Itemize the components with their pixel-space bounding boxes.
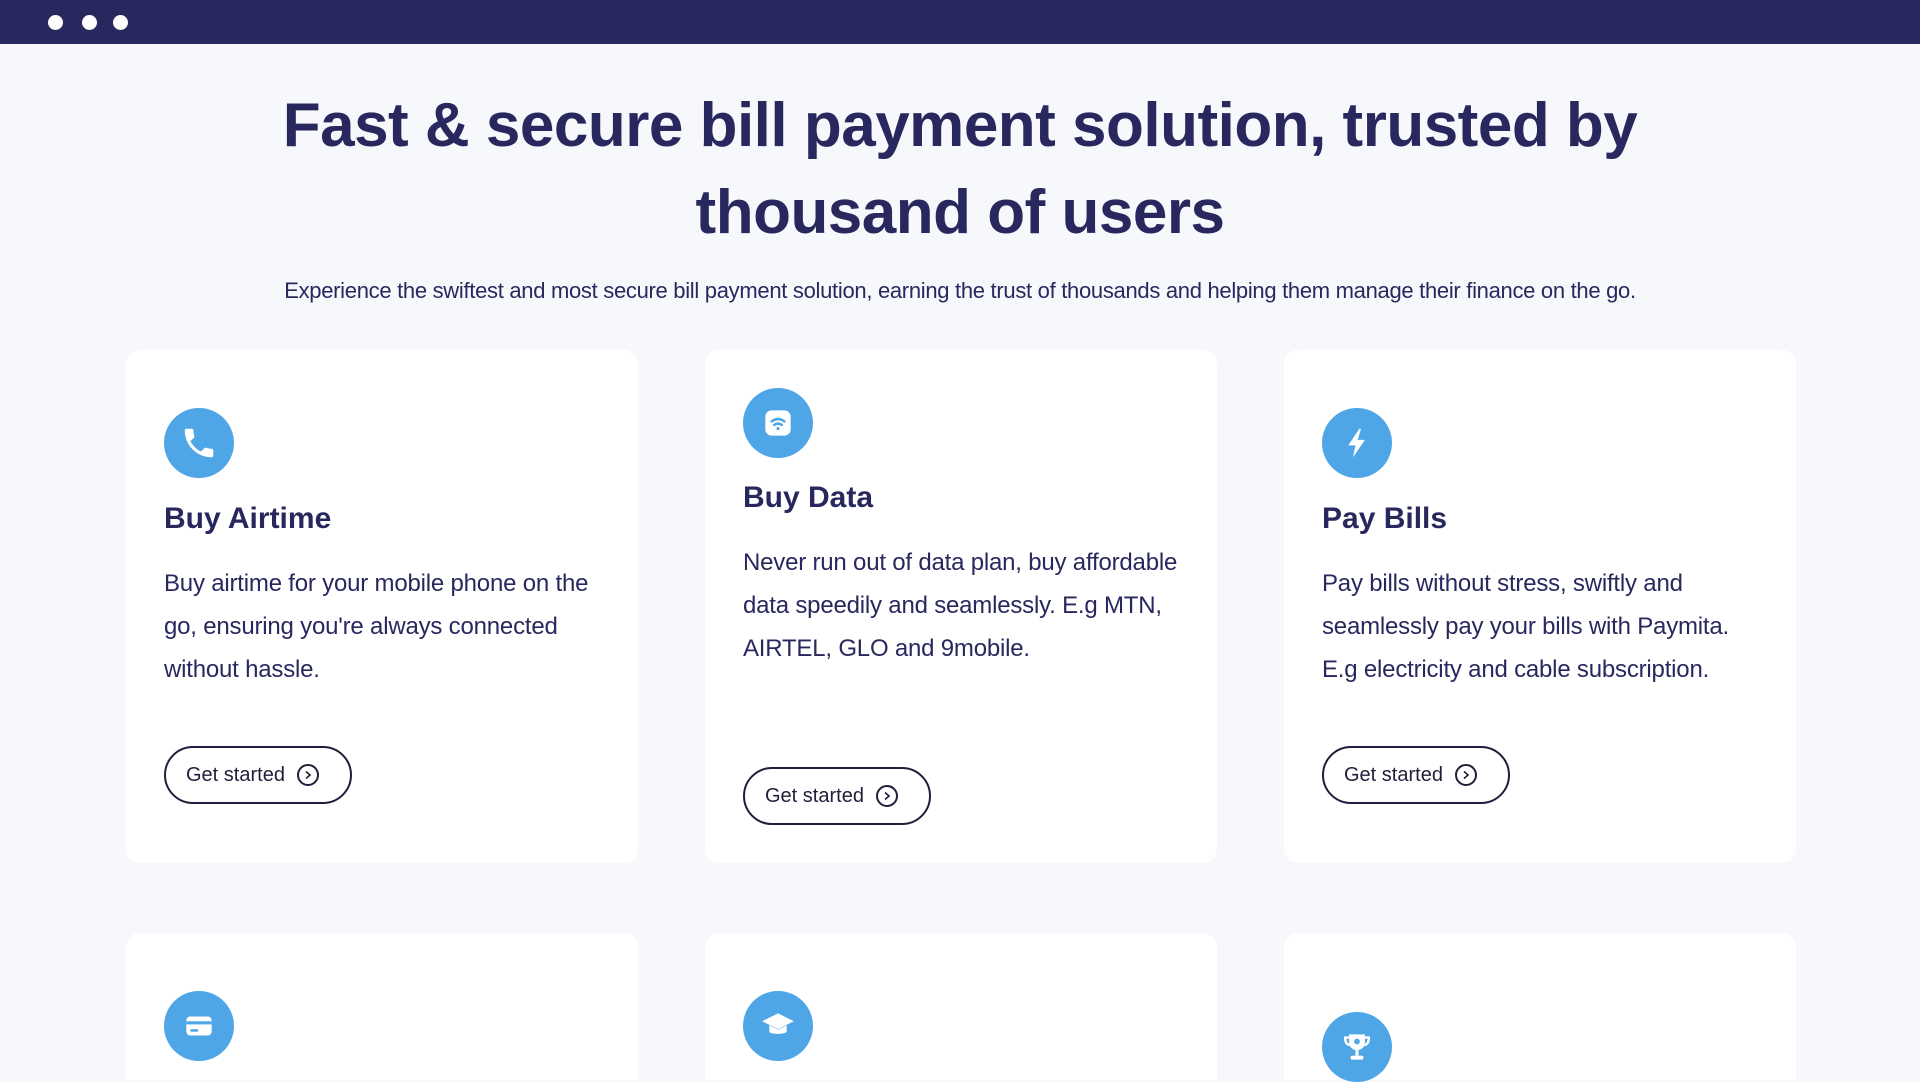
chevron-right-icon bbox=[1454, 764, 1477, 786]
credit-card-icon bbox=[164, 991, 234, 1061]
card-row2-3 bbox=[1284, 933, 1796, 1082]
hero-subtitle: Experience the swiftest and most secure … bbox=[284, 278, 1636, 303]
trophy-icon bbox=[1322, 1012, 1392, 1082]
chevron-right-icon bbox=[296, 764, 319, 786]
get-started-button[interactable]: Get started bbox=[164, 746, 352, 804]
card-title: Buy Data bbox=[743, 481, 874, 514]
card-description: Buy airtime for your mobile phone on the… bbox=[164, 570, 589, 683]
graduation-cap-icon bbox=[743, 991, 813, 1061]
card-pay-bills: Pay Bills Pay bills without stress, swif… bbox=[1284, 350, 1796, 863]
button-label: Get started bbox=[1344, 763, 1443, 786]
card-title: Buy Airtime bbox=[164, 502, 332, 535]
card-description: Never run out of data plan, buy affordab… bbox=[743, 549, 1178, 662]
phone-icon bbox=[164, 408, 234, 478]
window-dot-icon[interactable] bbox=[82, 15, 97, 30]
card-title: Pay Bills bbox=[1322, 502, 1448, 535]
wifi-icon bbox=[743, 388, 813, 458]
window-titlebar bbox=[0, 0, 1920, 44]
chevron-right-icon bbox=[875, 785, 898, 807]
card-description: Pay bills without stress, swiftly and se… bbox=[1322, 570, 1730, 683]
button-label: Get started bbox=[186, 763, 285, 786]
button-label: Get started bbox=[765, 784, 864, 807]
hero-title: Fast & secure bill payment solution, tru… bbox=[282, 91, 1638, 247]
card-row2-1 bbox=[126, 933, 638, 1080]
card-buy-airtime: Buy Airtime Buy airtime for your mobile … bbox=[126, 350, 638, 863]
card-buy-data: Buy Data Never run out of data plan, buy… bbox=[705, 350, 1217, 863]
card-row2-2 bbox=[705, 933, 1217, 1080]
window-dot-icon[interactable] bbox=[48, 15, 63, 30]
get-started-button[interactable]: Get started bbox=[1322, 746, 1510, 804]
window-dot-icon[interactable] bbox=[113, 15, 128, 30]
get-started-button[interactable]: Get started bbox=[743, 767, 931, 825]
lightning-icon bbox=[1322, 408, 1392, 478]
